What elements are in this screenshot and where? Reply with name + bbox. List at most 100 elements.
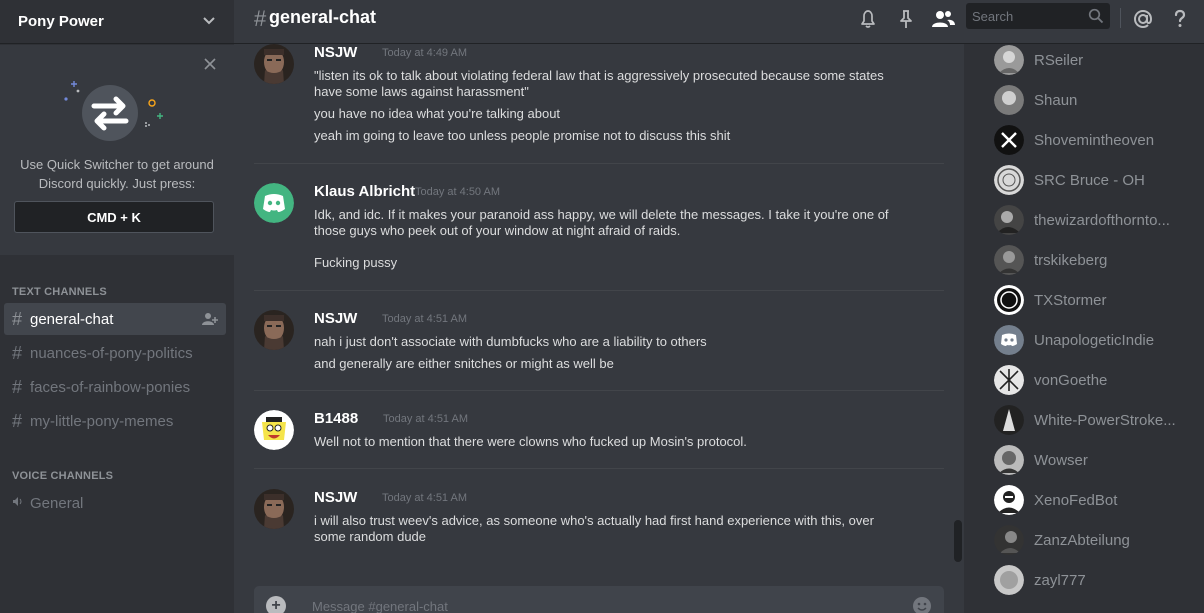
message-author[interactable]: NSJW xyxy=(314,44,357,61)
message-text: nah i just don't associate with dumbfuck… xyxy=(314,334,707,349)
scrollbar-thumb[interactable] xyxy=(954,520,962,562)
member-item[interactable]: vonGoethe xyxy=(994,362,1194,398)
member-avatar xyxy=(994,205,1024,235)
message-timestamp: Today at 4:49 AM xyxy=(382,47,467,59)
invite-icon[interactable] xyxy=(202,311,218,327)
discord-default-avatar[interactable] xyxy=(254,183,294,223)
voice-channels-header[interactable]: VOICE CHANNELS xyxy=(12,470,113,482)
message-author[interactable]: NSJW xyxy=(314,489,357,506)
search-icon[interactable] xyxy=(1088,8,1104,24)
member-item[interactable]: TXStormer xyxy=(994,282,1194,318)
message-timestamp: Today at 4:50 AM xyxy=(415,186,500,198)
switch-arrows-icon xyxy=(64,81,163,141)
search-input[interactable] xyxy=(966,3,1084,29)
message-text: Idk, and idc. If it makes your paranoid … xyxy=(314,207,889,238)
quick-switcher-shortcut[interactable]: CMD + K xyxy=(14,201,214,233)
chat-header: # general-chat xyxy=(234,0,1204,44)
member-item[interactable]: trskikeberg xyxy=(994,242,1194,278)
avatar[interactable] xyxy=(254,44,294,84)
members-icon[interactable] xyxy=(931,7,955,31)
member-list: RSeiler Shaun Shovemintheoven SRC Bruce … xyxy=(964,44,1204,613)
pin-icon[interactable] xyxy=(894,7,918,31)
channel-title: general-chat xyxy=(269,7,377,27)
help-icon[interactable] xyxy=(1168,7,1192,31)
message-group: Klaus Albricht Today at 4:50 AM Idk, and… xyxy=(254,183,944,273)
member-avatar xyxy=(994,165,1024,195)
message-text: yeah im going to leave too unless people… xyxy=(314,128,731,143)
member-name: Shovemintheoven xyxy=(1034,131,1155,149)
member-item[interactable]: SRC Bruce - OH xyxy=(994,162,1194,198)
close-icon[interactable] xyxy=(204,57,216,75)
member-avatar xyxy=(994,245,1024,275)
message-text: Well not to mention that there were clow… xyxy=(314,434,747,449)
message-divider xyxy=(254,468,944,469)
member-item[interactable]: Wowser xyxy=(994,442,1194,478)
message-text: you have no idea what you're talking abo… xyxy=(314,106,561,121)
voice-channel-general[interactable]: General xyxy=(4,487,226,519)
member-item[interactable]: RSeiler xyxy=(994,44,1194,78)
member-name: vonGoethe xyxy=(1034,371,1108,389)
message-text: Fucking pussy xyxy=(314,255,398,270)
hash-icon: # xyxy=(12,376,23,397)
header-divider xyxy=(1120,8,1121,28)
message-author[interactable]: Klaus Albricht xyxy=(314,183,415,200)
member-avatar xyxy=(994,525,1024,555)
text-channels-header[interactable]: TEXT CHANNELS xyxy=(12,286,107,298)
member-name: XenoFedBot xyxy=(1034,491,1118,509)
message-input[interactable] xyxy=(312,586,872,613)
emoji-icon[interactable] xyxy=(912,596,932,613)
member-name: Wowser xyxy=(1034,451,1088,469)
member-avatar xyxy=(994,325,1024,355)
member-item[interactable]: ZanzAbteilung xyxy=(994,522,1194,558)
server-header[interactable]: Pony Power xyxy=(0,0,234,44)
channel-general-chat[interactable]: # general-chat xyxy=(4,303,226,335)
message-text: and generally are either snitches or mig… xyxy=(314,356,614,371)
member-item[interactable]: thewizardofthornto... xyxy=(994,202,1194,238)
channel-nuances-of-pony-politics[interactable]: # nuances-of-pony-politics xyxy=(4,337,226,369)
message-author[interactable]: NSJW xyxy=(314,310,357,327)
member-avatar xyxy=(994,565,1024,595)
member-avatar xyxy=(994,125,1024,155)
member-item[interactable]: zayl777 xyxy=(994,562,1194,598)
hash-icon: # xyxy=(12,308,23,329)
message-text: i will also trust weev's advice, as some… xyxy=(314,513,874,544)
scrollbar-track[interactable] xyxy=(954,44,962,574)
member-name: TXStormer xyxy=(1034,291,1107,309)
message-divider xyxy=(254,163,944,164)
member-name: thewizardofthornto... xyxy=(1034,211,1170,229)
member-item[interactable]: XenoFedBot xyxy=(994,482,1194,518)
member-avatar xyxy=(994,445,1024,475)
server-name: Pony Power xyxy=(18,13,104,30)
member-item[interactable]: Shovemintheoven xyxy=(994,122,1194,158)
member-name: RSeiler xyxy=(1034,51,1084,69)
message-timestamp: Today at 4:51 AM xyxy=(383,413,468,425)
channel-faces-of-rainbow-ponies[interactable]: # faces-of-rainbow-ponies xyxy=(4,371,226,403)
upload-plus-icon[interactable]: + xyxy=(266,596,286,613)
member-name: zayl777 xyxy=(1034,571,1086,589)
channel-my-little-pony-memes[interactable]: # my-little-pony-memes xyxy=(4,405,226,437)
member-avatar xyxy=(994,85,1024,115)
avatar[interactable] xyxy=(254,310,294,350)
message-group: NSJW Today at 4:51 AM i will also trust … xyxy=(254,489,944,559)
mention-icon[interactable] xyxy=(1131,7,1155,31)
member-name: Shaun xyxy=(1034,91,1078,109)
chevron-down-icon[interactable] xyxy=(202,13,216,30)
message-list[interactable]: NSJW Today at 4:49 AM "listen its ok to … xyxy=(234,44,962,574)
member-avatar xyxy=(994,485,1024,515)
cartoon-avatar[interactable] xyxy=(254,410,294,450)
message-divider xyxy=(254,390,944,391)
member-item[interactable]: Shaun xyxy=(994,82,1194,118)
avatar[interactable] xyxy=(254,489,294,529)
message-author[interactable]: B1488 xyxy=(314,410,358,427)
member-name: White-PowerStroke... xyxy=(1034,411,1176,429)
hash-icon: # xyxy=(254,6,267,31)
message-divider xyxy=(254,290,944,291)
message-group: NSJW Today at 4:49 AM "listen its ok to … xyxy=(254,44,944,152)
bell-icon[interactable] xyxy=(856,7,880,31)
search-box[interactable] xyxy=(966,3,1110,29)
member-item[interactable]: UnapologeticIndie xyxy=(994,322,1194,358)
member-name: trskikeberg xyxy=(1034,251,1108,269)
message-text: "listen its ok to talk about violating f… xyxy=(314,68,884,99)
member-item[interactable]: White-PowerStroke... xyxy=(994,402,1194,438)
member-avatar xyxy=(994,365,1024,395)
